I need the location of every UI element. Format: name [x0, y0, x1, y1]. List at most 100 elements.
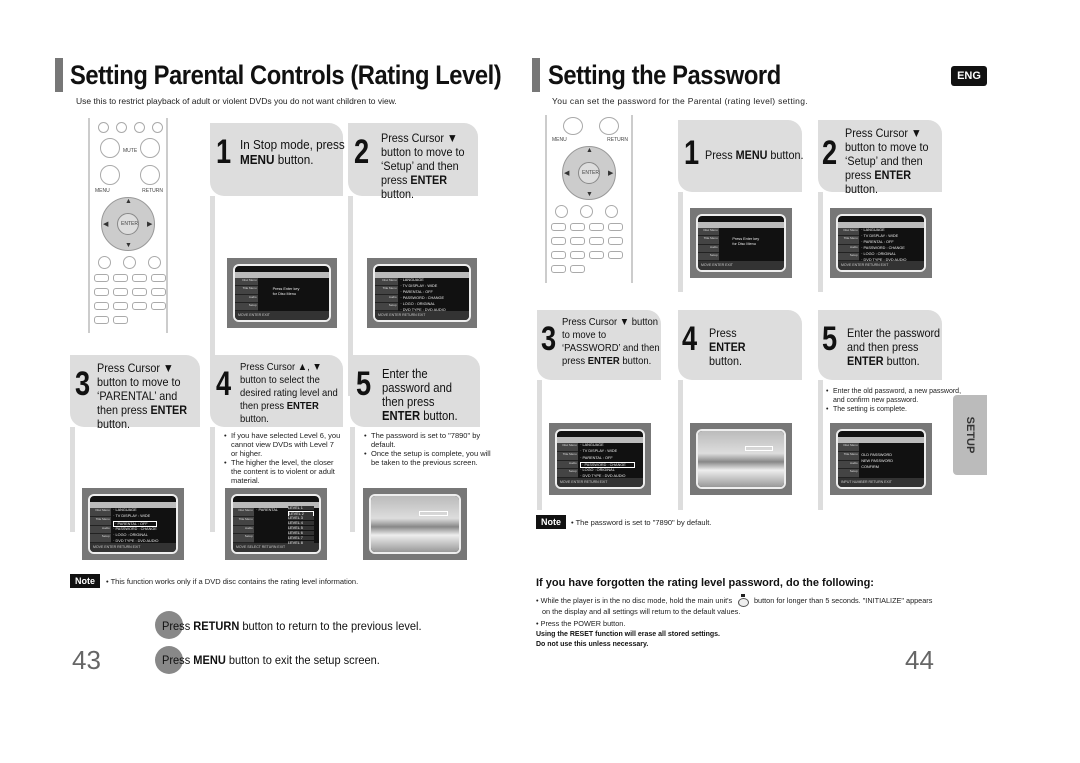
tuning-down-button [599, 117, 619, 135]
screen-sidebar: Disc Menu Title Menu Audio Setup [375, 278, 398, 311]
step-number: 2 [822, 134, 838, 172]
cursor-arrow-icon: ▼ [586, 191, 593, 198]
level-item: LEVEL 7 [288, 536, 314, 541]
tv-screen-rating-levels: Disc Menu Title Menu Audio Setup MOVE SELECT… [225, 488, 327, 560]
screen-sidebar: Disc Menu Title Menu Audio Setup [235, 278, 258, 311]
sidebar-item: Title Menu [838, 452, 859, 461]
sidebar-item: Setup [90, 534, 111, 543]
step-number: 3 [75, 365, 91, 403]
tv-screen-disc-menu: Disc Menu Title Menu Audio Setup MOVE ENTER … [690, 208, 792, 278]
screen-display: Disc Menu Title Menu Audio Setup MOVE ENTER … [696, 214, 786, 272]
cursor-arrow-icon: ▼ [125, 242, 132, 249]
transport-button [134, 122, 145, 133]
title-accent-bar [55, 58, 63, 92]
function-button [98, 256, 111, 269]
tuning-down-button [140, 165, 160, 185]
screen-sidebar: Disc Menu Title Menu Audio Setup [233, 508, 254, 543]
volume-down-button [100, 165, 120, 185]
reset-warning-2: Do not use this unless necessary. [536, 641, 649, 648]
setup-item: · PASSWORD : CHANGE [580, 461, 635, 468]
screen-footer: MOVE ENTER RETURN EXIT [557, 478, 643, 487]
remote-key [570, 265, 585, 273]
tv-screen-setup-menu: Disc Menu Title Menu Audio Setup MOVE ENTER … [367, 258, 477, 328]
sidebar-item: Disc Menu [375, 278, 398, 287]
cursor-arrow-icon: ▶ [608, 170, 614, 177]
sidebar-item: Title Menu [233, 517, 254, 526]
title-accent-bar [532, 58, 540, 92]
remote-key [132, 274, 147, 282]
sidebar-item: Disc Menu [838, 228, 859, 237]
step-number: 5 [822, 320, 838, 358]
tuning-up-button [140, 138, 160, 158]
setup-item: · LOGO : ORIGINAL [113, 532, 148, 537]
note-badge: Note [70, 574, 100, 588]
note-text: • This function works only if a DVD disc… [106, 577, 359, 586]
bullet: If you have selected Level 6, you cannot… [224, 431, 342, 458]
enter-label: ENTER [121, 221, 138, 227]
parental-label: · PARENTAL [256, 508, 279, 513]
tv-screen-password-entry [690, 423, 792, 495]
step-text: Press Cursor ▼ button to move to ‘Setup’… [381, 131, 465, 201]
remote-key [94, 274, 109, 282]
sidebar-item: Audio [233, 526, 254, 535]
remote-key [589, 223, 604, 231]
remote-key [551, 251, 566, 259]
step-number: 3 [541, 320, 557, 358]
sidebar-item: Audio [838, 461, 859, 470]
language-badge: ENG [951, 66, 987, 86]
screen-message: Press Enter key [272, 286, 300, 291]
sidebar-item: Title Menu [838, 236, 859, 245]
password-input-box [419, 510, 448, 517]
setup-item: · LANGUAGE [580, 443, 604, 448]
cursor-arrow-icon: ◀ [103, 221, 109, 228]
remote-key [113, 288, 128, 296]
reset-warning-1: Using the RESET function will erase all … [536, 631, 720, 638]
beach-photo [698, 431, 784, 487]
remote-key [132, 302, 147, 310]
step-number: 4 [682, 320, 698, 358]
forgot-password-heading: If you have forgotten the rating level p… [536, 577, 874, 589]
sidebar-item: Setup [235, 303, 258, 311]
setup-item: · PASSWORD : CHANGE [113, 526, 157, 531]
setup-item: · PARENTAL : OFF [400, 289, 433, 294]
bullet: The setting is complete. [826, 405, 961, 414]
remote-control-illustration: MENU RETURN ENTER ▲ ▼ ◀ ▶ [545, 115, 633, 283]
forgot-step-1-cont2: on the display and all settings will ret… [542, 607, 741, 616]
sidebar-item: Setup [375, 303, 398, 311]
sidebar-item: Title Menu [375, 286, 398, 295]
setup-item: · DVD TYPE : DVD AUDIO [400, 307, 446, 312]
remote-key [113, 316, 128, 324]
mute-label: MUTE [123, 148, 138, 154]
remote-key [151, 302, 166, 310]
setup-item: · TV DISPLAY : WIDE [861, 233, 899, 238]
level-item: LEVEL 3 [288, 516, 314, 521]
screen-sidebar: Disc Menu Title Menu Audio Setup [90, 508, 111, 543]
return-label: RETURN [142, 188, 163, 194]
step-text: Enter the password and then press ENTER … [847, 326, 941, 368]
tv-screen-parental-selected: Disc Menu Title Menu Audio Setup MOVE ENTER … [82, 488, 184, 560]
page-subtitle-parental: Use this to restrict playback of adult o… [76, 96, 397, 106]
transport-button [116, 122, 127, 133]
setup-item: · TV DISPLAY : WIDE [113, 514, 151, 519]
screen-footer: MOVE ENTER EXIT [235, 311, 329, 320]
enter-label: ENTER [582, 170, 599, 176]
level-item: LEVEL 5 [288, 526, 314, 531]
setup-item: · DVD TYPE : DVD AUDIO [861, 257, 907, 262]
step-5-notes: The password is set to "7890" by default… [364, 431, 500, 467]
screen-footer: MOVE ENTER RETURN EXIT [375, 311, 469, 320]
level-item: LEVEL 8 [288, 541, 314, 546]
cursor-arrow-icon: ▲ [586, 147, 593, 154]
password-field: OLD PASSWORD [861, 453, 892, 458]
tv-screen-password-selected: Disc Menu Title Menu Audio Setup MOVE ENTER … [549, 423, 651, 495]
beach-photo [371, 496, 459, 552]
remote-control-illustration: MUTE MENU RETURN ENTER ▲ ▼ ◀ ▶ [88, 118, 168, 333]
setup-item: · LOGO : ORIGINAL [580, 467, 615, 472]
menu-exit-instruction: Press MENU button to exit the setup scre… [162, 653, 380, 667]
note-badge: Note [536, 515, 566, 529]
step-text: Press Cursor ▼ button to move to ‘PASSWO… [562, 316, 660, 367]
setup-item: · DVD TYPE : DVD AUDIO [113, 539, 159, 544]
screen-sidebar: Disc Menu Title Menu Audio Setup [838, 228, 859, 261]
sidebar-item: Audio [235, 295, 258, 303]
setup-item: · LANGUAGE [400, 277, 424, 282]
password-field: CONFIRM [861, 464, 879, 469]
